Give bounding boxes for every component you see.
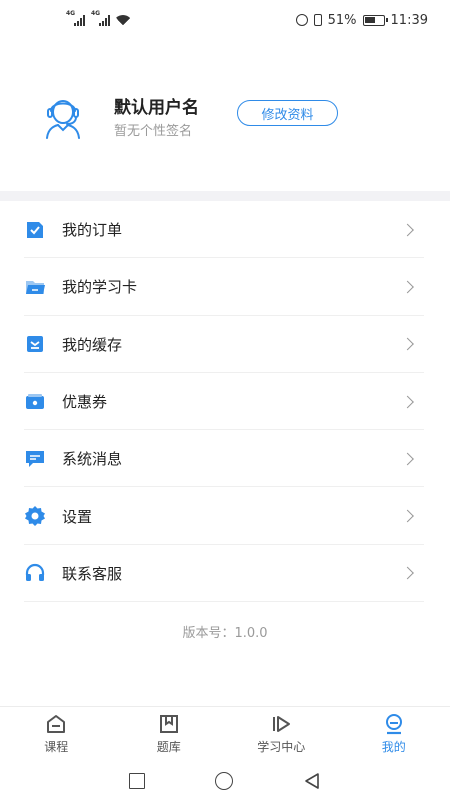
cell-signal-icon: 4G xyxy=(91,10,110,26)
edit-profile-button[interactable]: 修改资料 xyxy=(237,100,338,126)
gear-icon xyxy=(24,505,46,527)
vibrate-icon xyxy=(313,14,322,26)
battery-percent: 51% xyxy=(327,12,357,28)
recent-apps-icon[interactable] xyxy=(129,773,145,789)
download-icon xyxy=(24,333,46,355)
menu-item-study-card[interactable]: 我的学习卡 xyxy=(0,258,450,316)
menu-item-settings[interactable]: 设置 xyxy=(0,487,450,546)
tab-course[interactable]: 课程 xyxy=(0,707,113,762)
menu-list: 我的订单 我的学习卡 我的缓存 优惠券 系统消息 设置 联系客服 xyxy=(0,201,450,603)
menu-item-cache[interactable]: 我的缓存 xyxy=(0,316,450,374)
status-right: 51% 11:39 xyxy=(295,12,428,28)
chevron-right-icon xyxy=(401,223,414,237)
menu-item-label: 我的订单 xyxy=(62,221,123,240)
battery-icon xyxy=(362,14,388,26)
home-icon[interactable] xyxy=(215,772,233,790)
tab-label: 学习中心 xyxy=(257,740,306,754)
question-bank-icon xyxy=(159,715,178,733)
menu-item-label: 设置 xyxy=(62,507,93,526)
profile-icon xyxy=(385,714,402,735)
tab-label: 课程 xyxy=(44,740,69,754)
status-bar: 4G 4G 51% 11:39 xyxy=(0,0,450,40)
play-icon xyxy=(273,716,291,732)
menu-item-label: 系统消息 xyxy=(62,450,123,469)
chevron-right-icon xyxy=(401,452,414,466)
wifi-icon xyxy=(116,15,130,25)
menu-item-label: 我的缓存 xyxy=(62,335,123,354)
status-left: 4G 4G xyxy=(66,10,130,26)
folder-icon xyxy=(24,276,46,298)
alarm-icon xyxy=(295,14,308,26)
menu-item-label: 我的学习卡 xyxy=(62,278,138,297)
coupon-icon xyxy=(24,391,46,413)
chevron-right-icon xyxy=(401,567,414,580)
menu-item-orders[interactable]: 我的订单 xyxy=(0,201,450,259)
menu-item-label: 联系客服 xyxy=(62,564,123,583)
profile-header: 默认用户名 暂无个性签名 修改资料 xyxy=(0,70,450,160)
section-divider xyxy=(0,191,450,201)
menu-item-coupon[interactable]: 优惠券 xyxy=(0,373,450,431)
back-icon[interactable] xyxy=(303,772,321,790)
user-signature: 暂无个性签名 xyxy=(114,124,193,139)
tab-question-bank[interactable]: 题库 xyxy=(113,707,226,762)
bottom-tab-bar: 课程 题库 学习中心 我的 xyxy=(0,706,450,762)
tab-mine[interactable]: 我的 xyxy=(338,707,450,762)
menu-item-messages[interactable]: 系统消息 xyxy=(0,430,450,488)
menu-item-label: 优惠券 xyxy=(62,393,108,412)
headset-icon xyxy=(24,562,46,584)
chevron-right-icon xyxy=(401,509,414,523)
chevron-right-icon xyxy=(401,337,414,351)
message-icon xyxy=(24,448,46,470)
system-nav-bar xyxy=(0,762,450,800)
tab-label: 我的 xyxy=(381,740,406,754)
version-text: 版本号：1.0.0 xyxy=(182,626,268,641)
menu-item-support[interactable]: 联系客服 xyxy=(0,545,450,603)
tab-study-center[interactable]: 学习中心 xyxy=(225,707,338,762)
tab-label: 题库 xyxy=(156,740,181,754)
course-icon xyxy=(47,715,66,733)
chevron-right-icon xyxy=(401,280,414,294)
username: 默认用户名 xyxy=(114,98,199,118)
clock: 11:39 xyxy=(390,12,428,28)
user-avatar-icon[interactable] xyxy=(40,94,86,140)
order-icon xyxy=(24,219,46,241)
chevron-right-icon xyxy=(401,395,414,408)
cell-signal-icon: 4G xyxy=(66,10,85,26)
